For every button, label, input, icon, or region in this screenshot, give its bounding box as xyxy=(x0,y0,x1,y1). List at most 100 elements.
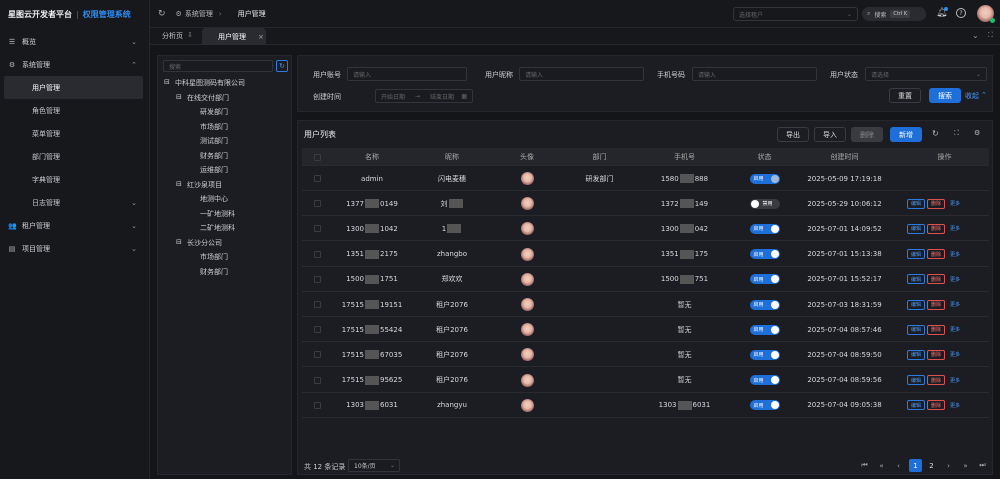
prev-page-button[interactable]: ‹ xyxy=(892,459,905,472)
refresh-icon[interactable]: ↻ xyxy=(158,9,166,19)
refresh-icon[interactable]: ↻ xyxy=(276,60,288,72)
row-checkbox[interactable] xyxy=(313,301,321,308)
collapse-link[interactable]: 收起 ⌃ xyxy=(965,91,987,101)
last-page-button[interactable]: ⏭ xyxy=(976,459,989,472)
phone-input[interactable]: 请输入 xyxy=(692,67,817,81)
edit-button[interactable]: 编辑 xyxy=(907,349,926,360)
table-row[interactable]: 1377 0149 刘 1372 149 禁用 2025-05-29 10:06:1… xyxy=(302,191,989,217)
tree-node-root[interactable]: 中科星图测码有限公司 xyxy=(175,78,245,88)
help-icon[interactable]: ? xyxy=(956,8,966,18)
row-checkbox[interactable] xyxy=(313,275,321,283)
row-checkbox[interactable] xyxy=(313,175,321,182)
edit-button[interactable]: 编辑 xyxy=(907,375,926,386)
tree-node[interactable]: 地测中心 xyxy=(200,194,228,204)
status-switch[interactable]: 启用 xyxy=(749,173,780,184)
table-row[interactable]: 1500 1751 郑欢欢 1500 751 启用 2025-07-01 15:52… xyxy=(302,267,989,292)
delete-row-button[interactable]: 删除 xyxy=(927,299,946,310)
tree-node[interactable]: 长沙分公司 xyxy=(187,238,222,248)
menu-system[interactable]: ⚙ 系统管理 ⌃ xyxy=(0,53,149,76)
table-row[interactable]: 17515 55424 租户2076 暂无 启用 2025-07-04 08:57… xyxy=(302,317,989,343)
first-page-button[interactable]: ⏮ xyxy=(858,459,871,472)
breadcrumb-system[interactable]: 系统管理 xyxy=(185,9,213,19)
delete-row-button[interactable]: 删除 xyxy=(927,249,946,260)
row-checkbox[interactable] xyxy=(313,225,321,233)
global-search[interactable]: ⌕ 搜索 Ctrl K xyxy=(862,7,926,21)
edit-button[interactable]: 编辑 xyxy=(907,249,926,260)
tree-node[interactable]: 红沙泉项目 xyxy=(187,180,222,190)
close-icon[interactable]: × xyxy=(258,33,264,41)
tab-user[interactable]: 用户管理 × xyxy=(202,28,266,45)
date-range-picker[interactable]: 开始日期 → 结束日期 ▦ xyxy=(375,89,473,103)
tree-node[interactable]: 运维部门 xyxy=(200,165,228,175)
menu-role[interactable]: 角色管理 xyxy=(0,99,149,122)
edit-button[interactable]: 编辑 xyxy=(907,223,926,234)
row-checkbox[interactable] xyxy=(313,200,321,208)
export-button[interactable]: 导出 xyxy=(777,127,809,142)
table-row[interactable]: 17515 19151 租户2076 暂无 启用 2025-07-03 18:31… xyxy=(302,292,989,317)
page-1-button[interactable]: 1 xyxy=(909,459,922,472)
status-switch[interactable]: 启用 xyxy=(749,299,780,310)
tenant-select[interactable]: 选择租户 ⌄ xyxy=(733,7,858,21)
row-checkbox[interactable] xyxy=(313,250,321,258)
refresh-icon[interactable]: ↻ xyxy=(932,129,939,138)
more-button[interactable]: 更多 xyxy=(947,325,963,335)
more-button[interactable]: 更多 xyxy=(947,249,963,259)
edit-button[interactable]: 编辑 xyxy=(907,198,926,209)
menu-menu[interactable]: 菜单管理 xyxy=(0,122,149,145)
menu-tenant[interactable]: 👥 租户管理 ⌄ xyxy=(0,214,149,237)
edit-button[interactable]: 编辑 xyxy=(907,400,926,411)
more-button[interactable]: 更多 xyxy=(947,375,963,385)
row-checkbox[interactable] xyxy=(313,401,321,409)
status-select[interactable]: 请选择 ⌄ xyxy=(865,67,987,81)
more-button[interactable]: 更多 xyxy=(947,274,963,284)
prev-group-button[interactable]: « xyxy=(875,459,888,472)
delete-row-button[interactable]: 删除 xyxy=(927,223,946,234)
menu-dict[interactable]: 字典管理 xyxy=(0,168,149,191)
add-button[interactable]: 新增 xyxy=(890,127,922,142)
tree-node[interactable]: 一矿地测科 xyxy=(200,209,235,219)
status-switch[interactable]: 启用 xyxy=(749,223,780,234)
next-page-button[interactable]: › xyxy=(942,459,955,472)
more-button[interactable]: 更多 xyxy=(947,199,963,209)
status-switch[interactable]: 启用 xyxy=(749,375,780,386)
delete-row-button[interactable]: 删除 xyxy=(927,349,946,360)
fullscreen-icon[interactable]: ⛶ xyxy=(954,129,959,138)
reset-button[interactable]: 重置 xyxy=(889,88,921,103)
more-button[interactable]: 更多 xyxy=(947,224,963,234)
page-2-button[interactable]: 2 xyxy=(925,459,938,472)
menu-dept[interactable]: 部门管理 xyxy=(0,145,149,168)
menu-overview[interactable]: ☰ 概览 ⌄ xyxy=(0,30,149,53)
more-button[interactable]: 更多 xyxy=(947,350,963,360)
tree-toggle-icon[interactable]: ⊟ xyxy=(176,238,182,246)
delete-row-button[interactable]: 删除 xyxy=(927,198,946,209)
status-switch[interactable]: 启用 xyxy=(749,249,780,260)
fullscreen-icon[interactable]: ⛶ xyxy=(988,31,993,40)
delete-row-button[interactable]: 删除 xyxy=(927,274,946,285)
row-checkbox[interactable] xyxy=(313,376,321,384)
tree-node[interactable]: 研发部门 xyxy=(200,107,228,117)
row-checkbox[interactable] xyxy=(313,326,321,334)
edit-button[interactable]: 编辑 xyxy=(907,299,926,310)
more-button[interactable]: 更多 xyxy=(947,400,963,410)
table-row[interactable]: 1351 2175 zhangbo 1351 175 启用 2025-07-01 1… xyxy=(302,242,989,267)
status-switch[interactable]: 启用 xyxy=(749,324,780,335)
delete-row-button[interactable]: 删除 xyxy=(927,324,946,335)
tree-node[interactable]: 市场部门 xyxy=(200,252,228,262)
select-all-checkbox[interactable] xyxy=(313,153,321,161)
tree-node[interactable]: 财务部门 xyxy=(200,267,228,277)
next-group-button[interactable]: » xyxy=(959,459,972,472)
page-size-select[interactable]: 10条/页 ⌄ xyxy=(348,459,400,472)
chevron-down-icon[interactable]: ⌄ xyxy=(972,31,979,40)
nick-input[interactable]: 请输入 xyxy=(519,67,644,81)
import-button[interactable]: 导入 xyxy=(814,127,846,142)
edit-button[interactable]: 编辑 xyxy=(907,324,926,335)
account-input[interactable]: 请输入 xyxy=(347,67,467,81)
status-switch[interactable]: 启用 xyxy=(749,400,780,411)
status-switch[interactable]: 启用 xyxy=(749,349,780,360)
tree-node[interactable]: 二矿地测科 xyxy=(200,223,235,233)
tree-toggle-icon[interactable]: ⊟ xyxy=(164,78,170,86)
menu-user[interactable]: 用户管理 xyxy=(4,76,143,99)
tab-analysis[interactable]: 分析页 ⇩ xyxy=(162,31,193,41)
delete-row-button[interactable]: 删除 xyxy=(927,375,946,386)
settings-icon[interactable]: ⚙ xyxy=(974,129,980,137)
